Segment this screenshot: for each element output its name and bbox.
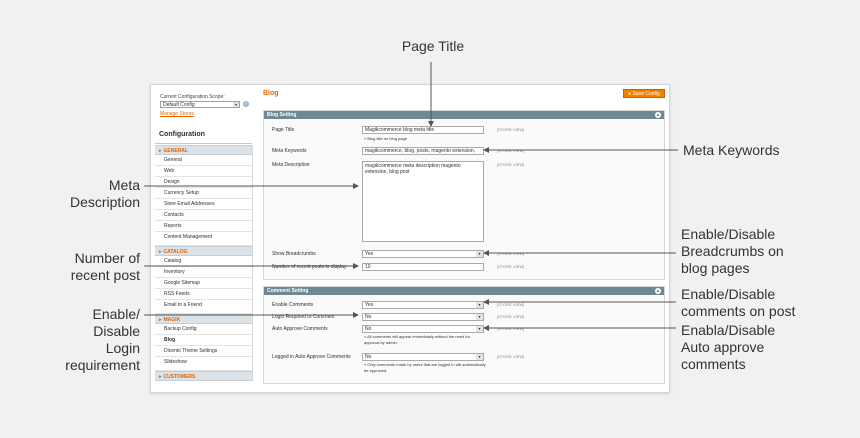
callout-arrows (144, 62, 678, 331)
